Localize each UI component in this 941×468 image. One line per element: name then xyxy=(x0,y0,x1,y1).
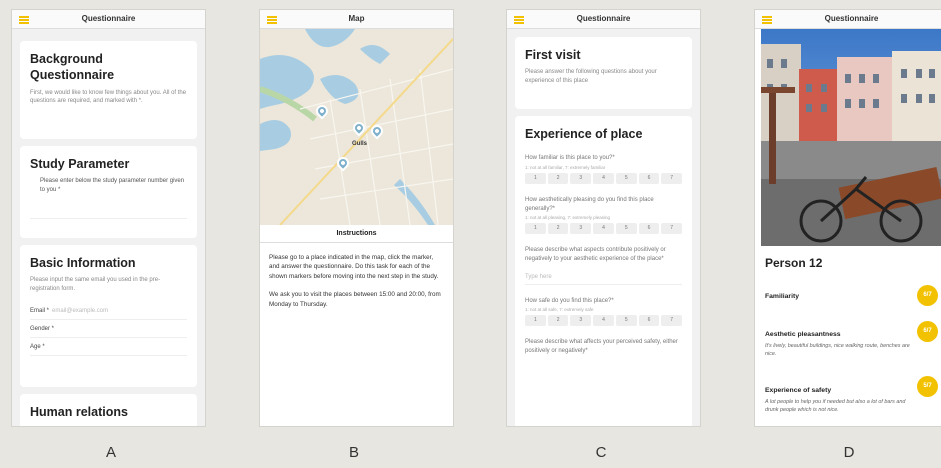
experience-heading: Experience of place xyxy=(525,127,643,141)
email-label: Email * xyxy=(30,307,50,314)
scale-option[interactable]: 4 xyxy=(593,172,614,184)
map-place-label: Gulls xyxy=(352,141,368,147)
screen-d: Questionnaire Person 12 Familiarity 6/7 … xyxy=(755,10,941,426)
aesthetic-hint: 1: not at all pleasing, 7: extremely ple… xyxy=(525,215,611,221)
age-field[interactable]: Age * xyxy=(30,338,187,356)
human-relations-heading: Human relations xyxy=(30,405,128,419)
screen-c: Questionnaire First visit Please answer … xyxy=(507,10,700,426)
basic-info-text: Please input the same email you used in … xyxy=(30,277,161,292)
score-badge-safety: 5/7 xyxy=(917,376,938,397)
scale-option[interactable]: 4 xyxy=(593,223,614,235)
scale-option[interactable]: 7 xyxy=(661,315,683,327)
app-bar-title: Questionnaire xyxy=(81,14,136,23)
question-safety: How safe do you find this place?* xyxy=(525,297,614,304)
item-note-safety: A lot people to help you if needed but a… xyxy=(765,399,906,414)
instructions-body: Please go to a place indicated in the ma… xyxy=(260,243,453,426)
app-bar-title: Questionnaire xyxy=(824,14,879,23)
item-label-familiarity: Familiarity xyxy=(765,293,799,300)
scale-option[interactable]: 3 xyxy=(570,172,592,184)
scale-option[interactable]: 2 xyxy=(547,315,569,327)
item-note-aesthetic: It's lively, beautiful buildings, nice w… xyxy=(765,343,910,358)
scale-option[interactable]: 6 xyxy=(638,315,660,327)
study-parameter-heading: Study Parameter xyxy=(30,157,130,171)
experience-card: Experience of place How familiar is this… xyxy=(515,116,692,426)
map-view[interactable]: Gulls xyxy=(260,29,453,225)
scale-option[interactable]: 3 xyxy=(570,223,592,235)
aesthetic-scale: 1 2 3 4 5 6 7 xyxy=(525,223,683,235)
gender-field[interactable]: Gender * xyxy=(30,320,187,338)
question-safety-describe: Please describe what affects your percei… xyxy=(525,339,678,355)
first-visit-card: First visit Please answer the following … xyxy=(515,37,692,109)
instructions-paragraph-1: Please go to a place indicated in the ma… xyxy=(269,254,439,280)
scale-option[interactable]: 5 xyxy=(615,223,637,235)
scale-option[interactable]: 7 xyxy=(661,172,683,184)
person-card: Person 12 Familiarity 6/7 Aesthetic plea… xyxy=(755,246,941,426)
background-text: First, we would like to know few things … xyxy=(30,89,187,105)
question-familiarity: How familiar is this place to you?* xyxy=(525,155,615,162)
scale-option[interactable]: 1 xyxy=(525,172,546,184)
place-photo xyxy=(761,29,941,246)
familiarity-scale: 1 2 3 4 5 6 7 xyxy=(525,172,683,184)
scale-option[interactable]: 5 xyxy=(615,315,637,327)
scale-option[interactable]: 2 xyxy=(547,172,569,184)
safety-hint: 1: not at all safe, 7: extremely safe xyxy=(525,307,594,313)
email-placeholder: email@example.com xyxy=(52,307,109,314)
scale-option[interactable]: 1 xyxy=(525,315,546,327)
basic-info-heading: Basic Information xyxy=(30,256,136,270)
score-badge-aesthetic: 6/7 xyxy=(917,321,938,342)
caption-d: D xyxy=(843,444,855,461)
item-label-aesthetic: Aesthetic pleasantness xyxy=(765,331,841,338)
screen-b: Map Gulls Instructions Please go to a pl… xyxy=(260,10,453,426)
street-photo-graphic xyxy=(761,29,941,246)
app-bar-title: Map xyxy=(348,14,365,23)
app-bar-title: Questionnaire xyxy=(576,14,631,23)
instructions-header[interactable]: Instructions xyxy=(260,225,453,243)
instructions-paragraph-2: We ask you to visit the places between 1… xyxy=(269,291,441,308)
question-aesthetic-describe: Please describe what aspects contribute … xyxy=(525,247,666,262)
scale-option[interactable]: 3 xyxy=(570,315,592,327)
familiarity-hint: 1: not at all familiar, 7: extremely fam… xyxy=(525,164,606,170)
score-badge-familiarity: 6/7 xyxy=(917,285,938,306)
caption-c: C xyxy=(595,444,607,461)
study-parameter-card: Study Parameter Please enter below the s… xyxy=(20,146,197,238)
caption-b: B xyxy=(348,444,359,461)
person-title: Person 12 xyxy=(765,256,823,270)
app-bar: Questionnaire xyxy=(12,10,205,29)
study-parameter-text: Please enter below the study parameter n… xyxy=(40,178,185,193)
app-bar: Questionnaire xyxy=(507,10,700,29)
human-relations-card: Human relations xyxy=(20,394,197,426)
background-card: Background Questionnaire First, we would… xyxy=(20,41,197,139)
screen-a: Questionnaire Background Questionnaire F… xyxy=(12,10,205,426)
question-aesthetic: How aesthetically pleasing do you find t… xyxy=(525,196,654,212)
app-bar: Questionnaire xyxy=(755,10,941,29)
scale-option[interactable]: 7 xyxy=(661,223,683,235)
scale-option[interactable]: 2 xyxy=(547,223,569,235)
email-field[interactable]: Email * email@example.com xyxy=(30,302,187,320)
instructions-title: Instructions xyxy=(336,230,377,237)
first-visit-heading: First visit xyxy=(525,48,581,62)
scale-option[interactable]: 1 xyxy=(525,223,546,235)
scale-option[interactable]: 4 xyxy=(593,315,614,327)
aesthetic-text-input[interactable]: Type here xyxy=(525,268,682,285)
study-parameter-input[interactable] xyxy=(30,197,187,219)
first-visit-text: Please answer the following questions ab… xyxy=(525,69,657,84)
safety-scale: 1 2 3 4 5 6 7 xyxy=(525,315,683,327)
age-label: Age * xyxy=(30,343,45,350)
scale-option[interactable]: 6 xyxy=(638,172,660,184)
item-label-safety: Experience of safety xyxy=(765,387,832,394)
background-heading: Background Questionnaire xyxy=(30,52,115,83)
app-bar: Map xyxy=(260,10,453,29)
scale-option[interactable]: 6 xyxy=(638,223,660,235)
basic-info-card: Basic Information Please input the same … xyxy=(20,245,197,387)
gender-label: Gender * xyxy=(30,325,55,332)
scale-option[interactable]: 5 xyxy=(615,172,637,184)
caption-a: A xyxy=(105,444,116,461)
